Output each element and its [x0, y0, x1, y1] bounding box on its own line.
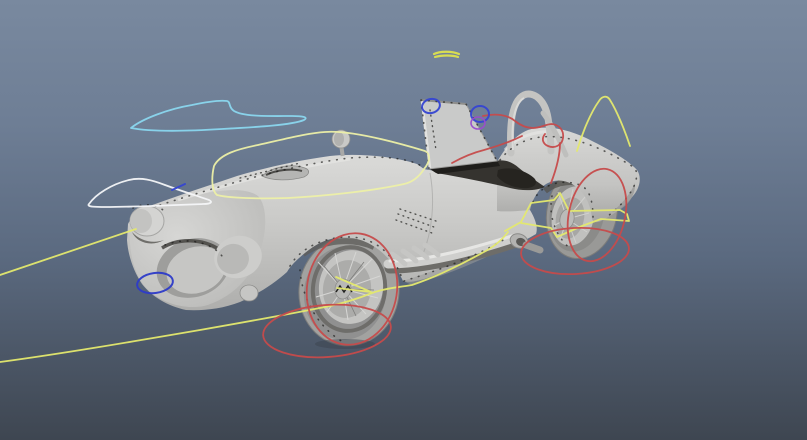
bumper-overrider	[240, 285, 258, 301]
viewport-3d[interactable]	[0, 0, 807, 440]
mirror-face	[334, 132, 344, 146]
exhaust-extension	[526, 245, 540, 250]
